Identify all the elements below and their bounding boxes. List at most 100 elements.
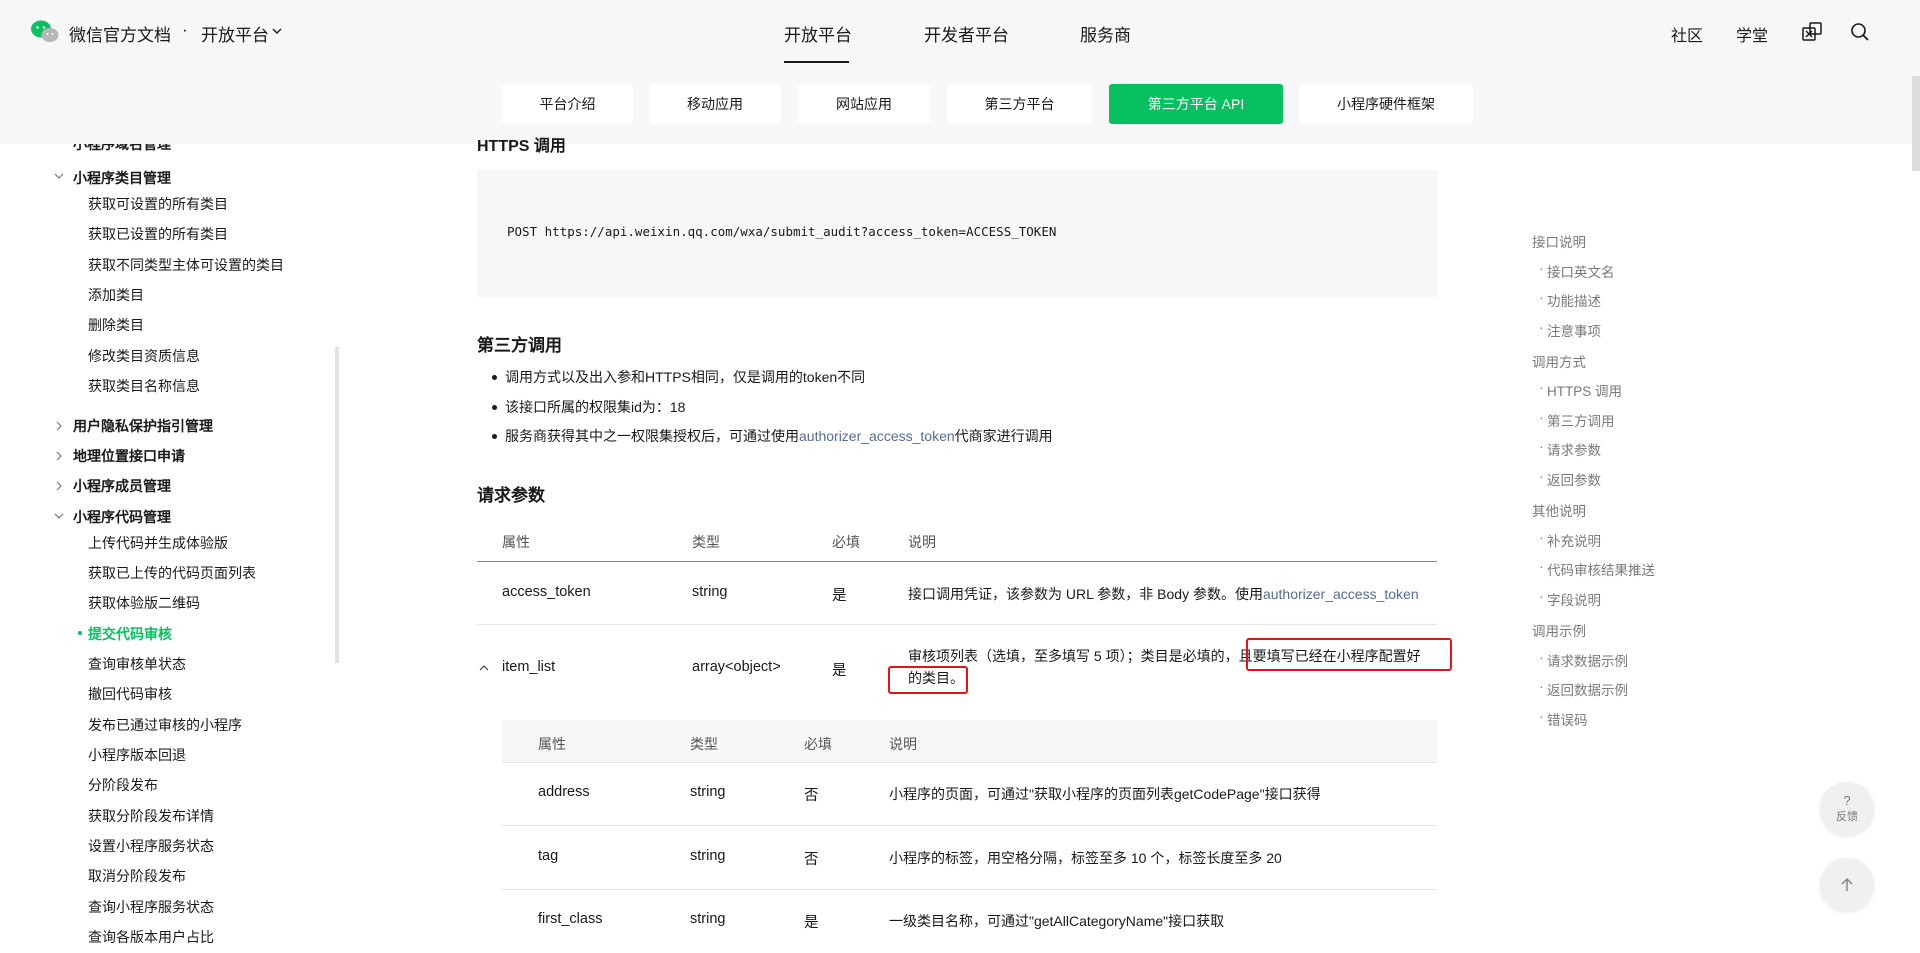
toc-item[interactable]: 请求参数: [1539, 439, 1601, 459]
toc-item[interactable]: 功能描述: [1539, 290, 1601, 310]
sidebar-item[interactable]: 添加类目: [88, 285, 144, 305]
sidebar-item[interactable]: 取消分阶段发布: [88, 866, 186, 886]
chevron-down-icon[interactable]: [272, 26, 282, 36]
wechat-logo-icon[interactable]: [30, 19, 60, 45]
tab-mini-program-hardware[interactable]: 小程序硬件框架: [1299, 84, 1473, 124]
academy-link[interactable]: 学堂: [1736, 22, 1768, 46]
sidebar-item[interactable]: 小程序版本回退: [88, 745, 186, 765]
tab-third-party-platform[interactable]: 第三方平台: [947, 84, 1092, 124]
sidebar-item[interactable]: 上传代码并生成体验版: [88, 533, 228, 553]
community-link[interactable]: 社区: [1671, 22, 1703, 46]
sidebar-item[interactable]: 获取已上传的代码页面列表: [88, 563, 256, 583]
toc-item[interactable]: 注意事项: [1539, 320, 1601, 340]
sidebar-item[interactable]: 获取可设置的所有类目: [88, 194, 228, 214]
sidebar-item[interactable]: 获取类目名称信息: [88, 376, 200, 396]
param-name: item_list: [502, 659, 556, 675]
section-params-heading: 请求参数: [477, 486, 545, 505]
table-header-name: 属性: [502, 534, 530, 550]
sidebar-item[interactable]: 获取已设置的所有类目: [88, 224, 228, 244]
table-header-type: 类型: [692, 534, 720, 550]
nested-header-name: 属性: [538, 736, 566, 752]
nav-active-indicator: [784, 61, 849, 63]
page-scrollbar[interactable]: [1912, 76, 1920, 171]
toc-item[interactable]: 补充说明: [1539, 530, 1601, 550]
sidebar-item[interactable]: 获取分阶段发布详情: [88, 806, 214, 826]
tab-third-party-api[interactable]: 第三方平台 API: [1109, 84, 1283, 124]
param-required: 是: [832, 588, 847, 604]
sidebar-item[interactable]: 获取体验版二维码: [88, 593, 200, 613]
chevron-right-icon[interactable]: [54, 451, 64, 461]
sidebar-item-active[interactable]: 提交代码审核: [88, 624, 172, 644]
nested-param-type: string: [690, 784, 726, 800]
sidebar: 小程序域名管理 小程序类目管理 获取可设置的所有类目 获取已设置的所有类目 获取…: [0, 144, 335, 953]
sidebar-group-code[interactable]: 小程序代码管理: [73, 507, 171, 527]
sidebar-item[interactable]: 设置小程序服务状态: [88, 836, 214, 856]
toc-item[interactable]: 字段说明: [1539, 589, 1601, 609]
nested-param-name: address: [538, 784, 590, 800]
nav-service-provider[interactable]: 服务商: [1080, 21, 1131, 46]
nested-param-name: tag: [538, 848, 559, 864]
toc-item[interactable]: 代码审核结果推送: [1539, 559, 1655, 579]
param-name: access_token: [502, 584, 591, 600]
sidebar-item[interactable]: 查询小程序服务状态: [88, 897, 214, 917]
collapse-chevron-icon[interactable]: [478, 663, 490, 673]
authorizer-token-link[interactable]: authorizer_access_token: [799, 428, 955, 444]
sidebar-item[interactable]: 查询各版本用户占比: [88, 927, 214, 947]
toc-item[interactable]: 返回数据示例: [1539, 679, 1628, 699]
sidebar-item[interactable]: 删除类目: [88, 315, 144, 335]
param-type: string: [692, 584, 728, 600]
sidebar-item[interactable]: 撤回代码审核: [88, 684, 172, 704]
nested-param-name: first_class: [538, 911, 603, 927]
table-header-desc: 说明: [908, 534, 936, 550]
toc-group[interactable]: 其他说明: [1532, 500, 1586, 520]
tab-platform-intro[interactable]: 平台介绍: [502, 84, 633, 124]
qrcode-switch-icon[interactable]: [1800, 20, 1824, 44]
bullet-item: 服务商获得其中之一权限集授权后，可通过使用authorizer_access_t…: [492, 428, 1053, 444]
search-icon[interactable]: [1848, 20, 1872, 44]
chevron-right-icon[interactable]: [54, 421, 64, 431]
param-desc: 接口调用凭证，该参数为 URL 参数，非 Body 参数。使用authorize…: [908, 586, 1419, 602]
brand-title[interactable]: 微信官方文档: [69, 21, 171, 46]
sidebar-item[interactable]: 发布已通过审核的小程序: [88, 715, 242, 735]
toc-item[interactable]: 返回参数: [1539, 469, 1601, 489]
sidebar-scrollbar[interactable]: [335, 347, 339, 663]
platform-switcher[interactable]: 开放平台: [201, 21, 269, 46]
toc-item[interactable]: 接口英文名: [1539, 261, 1614, 281]
nav-developer-platform[interactable]: 开发者平台: [924, 21, 1009, 46]
param-required: 是: [832, 663, 847, 679]
sidebar-group-location[interactable]: 地理位置接口申请: [73, 446, 185, 466]
bullet-item: 调用方式以及出入参和HTTPS相同，仅是调用的token不同: [491, 369, 866, 385]
sidebar-group-privacy[interactable]: 用户隐私保护指引管理: [73, 416, 213, 436]
arrow-up-icon: [1841, 877, 1853, 891]
toc-group[interactable]: 调用示例: [1532, 620, 1586, 640]
feedback-label: 反馈: [1836, 811, 1858, 823]
feedback-button[interactable]: ? 反馈: [1820, 782, 1874, 836]
sidebar-group-category[interactable]: 小程序类目管理: [73, 168, 171, 188]
toc-item[interactable]: 错误码: [1539, 709, 1587, 729]
tab-website-app[interactable]: 网站应用: [798, 84, 930, 124]
toc-item[interactable]: 第三方调用: [1539, 410, 1614, 430]
back-to-top-button[interactable]: [1820, 858, 1874, 912]
toc-group[interactable]: 调用方式: [1532, 351, 1586, 371]
sidebar-group-domain[interactable]: 小程序域名管理: [73, 144, 171, 154]
sidebar-group-member[interactable]: 小程序成员管理: [73, 476, 171, 496]
authorizer-token-link[interactable]: authorizer_access_token: [1263, 586, 1419, 602]
sidebar-item[interactable]: 分阶段发布: [88, 775, 158, 795]
chevron-down-icon[interactable]: [54, 511, 64, 521]
highlight-box: [1246, 638, 1452, 671]
tab-mobile-app[interactable]: 移动应用: [649, 84, 781, 124]
table-header-required: 必填: [832, 534, 860, 550]
nested-param-required: 否: [804, 788, 819, 804]
toc-group[interactable]: 接口说明: [1532, 231, 1586, 251]
sidebar-item[interactable]: 查询审核单状态: [88, 654, 186, 674]
sidebar-item[interactable]: 获取不同类型主体可设置的类目: [88, 255, 284, 275]
nav-open-platform[interactable]: 开放平台: [784, 21, 852, 46]
nested-header-type: 类型: [690, 736, 718, 752]
toc-item[interactable]: 请求数据示例: [1539, 650, 1628, 670]
nested-divider: [502, 762, 1437, 763]
toc-item[interactable]: HTTPS 调用: [1539, 380, 1622, 400]
chevron-down-icon[interactable]: [54, 171, 64, 181]
nested-param-type: string: [690, 848, 726, 864]
sidebar-item[interactable]: 修改类目资质信息: [88, 346, 200, 366]
chevron-right-icon[interactable]: [54, 481, 64, 491]
